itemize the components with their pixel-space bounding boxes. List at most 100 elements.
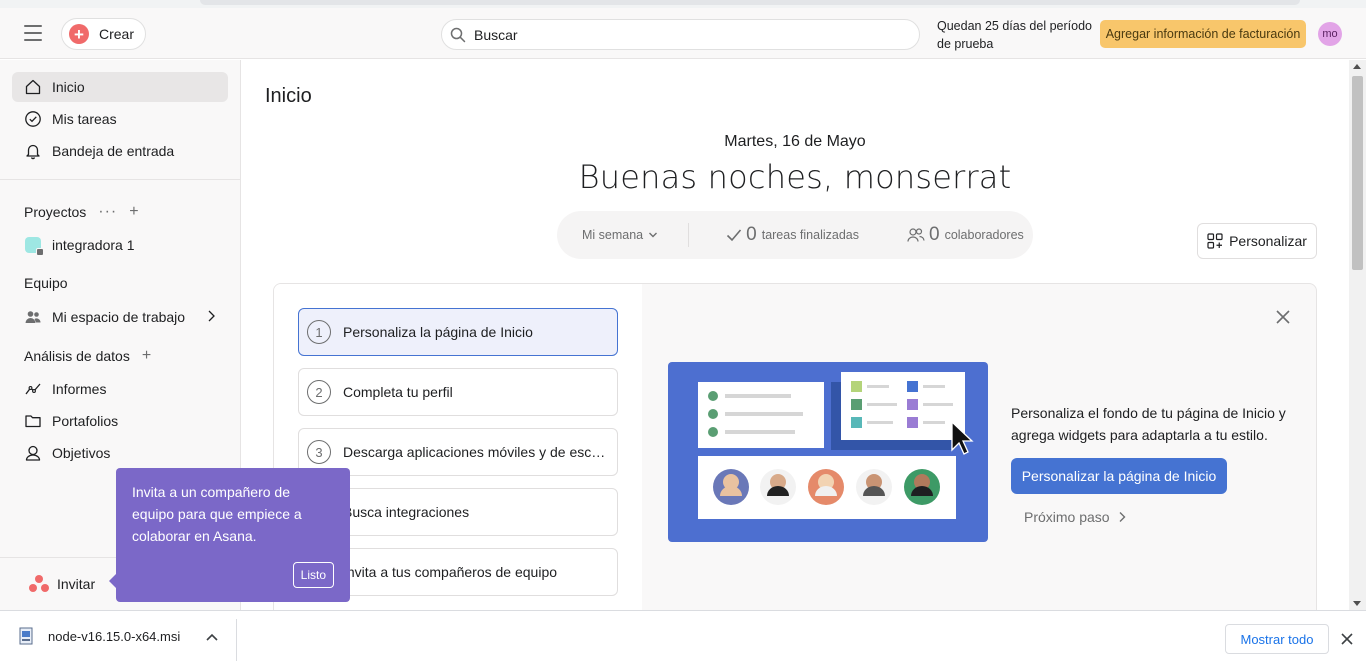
greeting: Buenas noches, monserrat	[578, 158, 1012, 196]
sidebar-divider	[0, 179, 240, 180]
create-label: Crear	[99, 26, 135, 42]
step-label: Personaliza la página de Inicio	[343, 324, 533, 340]
step-label: Completa tu perfil	[343, 384, 453, 400]
onboarding-step[interactable]: 2 Completa tu perfil	[298, 368, 618, 416]
tooltip-text: Invita a un compañero de equipo para que…	[132, 484, 302, 544]
plus-icon: +	[69, 24, 89, 44]
sidebar-item-project[interactable]: integradora 1	[12, 230, 228, 260]
sidebar-item-goals[interactable]: Objetivos	[12, 438, 228, 468]
asana-logo-icon	[29, 575, 49, 593]
avatar[interactable]: mo	[1318, 22, 1342, 46]
sidebar-item-label: Portafolios	[52, 413, 119, 429]
chevron-up-icon[interactable]	[205, 629, 219, 645]
sidebar-item-label: Mis tareas	[52, 111, 117, 127]
week-label: Mi semana	[582, 228, 644, 242]
next-step-button[interactable]: Próximo paso	[1024, 509, 1126, 525]
onboarding-card: 1 Personaliza la página de Inicio 2 Comp…	[273, 283, 1317, 610]
projects-title: Proyectos	[24, 204, 87, 220]
browser-top-strip	[0, 0, 1366, 8]
tasks-label: tareas finalizadas	[761, 228, 859, 242]
sidebar-item-home[interactable]: Inicio	[12, 72, 228, 102]
projects-header: Proyectos ··· +	[24, 203, 139, 221]
customize-home-button[interactable]: Personalizar la página de Inicio	[1011, 458, 1227, 494]
step-label: Busca integraciones	[343, 504, 470, 520]
sidebar-item-workspace[interactable]: Mi espacio de trabajo	[12, 302, 228, 332]
sidebar-item-portfolios[interactable]: Portafolios	[12, 406, 228, 436]
invite-button[interactable]: Invitar	[29, 575, 95, 593]
tasks-completed-stat: 0 tareas finalizadas	[726, 224, 859, 246]
check-circle-icon	[24, 110, 42, 128]
date-label: Martes, 16 de Mayo	[724, 133, 866, 150]
scrollbar[interactable]	[1349, 60, 1366, 610]
collaborators-label: colaboradores	[944, 228, 1024, 242]
person-target-icon	[24, 444, 42, 462]
tooltip-done-button[interactable]: Listo	[292, 562, 334, 588]
chevron-right-icon	[1118, 511, 1126, 523]
invite-tooltip: Invita a un compañero de equipo para que…	[109, 468, 350, 602]
home-icon	[24, 78, 42, 96]
stats-divider	[688, 223, 690, 247]
tasks-count: 0	[746, 224, 757, 245]
week-selector[interactable]: Mi semana	[582, 228, 658, 242]
collaborators-count: 0	[929, 224, 940, 245]
next-step-label: Próximo paso	[1024, 509, 1110, 525]
customize-illustration	[668, 362, 988, 542]
project-color-icon	[24, 236, 44, 256]
step-number: 1	[307, 320, 331, 344]
workspace-label: Mi espacio de trabajo	[52, 309, 186, 325]
collaborators-stat: 0 colaboradores	[907, 224, 1024, 246]
chevron-right-icon	[206, 309, 216, 326]
lock-icon	[36, 248, 44, 256]
personalize-button[interactable]: Personalizar	[1197, 223, 1317, 259]
invite-label: Invitar	[57, 576, 96, 592]
sidebar-item-label: Bandeja de entrada	[52, 143, 175, 159]
download-file-name: node-v16.15.0-x64.msi	[48, 628, 181, 644]
browser-address-area	[200, 0, 1300, 5]
download-item[interactable]: node-v16.15.0-x64.msi	[18, 611, 180, 661]
sidebar-item-label: Informes	[52, 381, 107, 397]
main-content: Inicio Martes, 16 de Mayo Buenas noches,…	[241, 60, 1349, 610]
add-analytics-icon[interactable]: +	[142, 347, 151, 365]
scroll-thumb[interactable]	[1352, 76, 1363, 270]
people-icon	[907, 228, 925, 242]
team-header: Equipo	[24, 275, 68, 291]
team-icon	[24, 308, 42, 326]
search-bar[interactable]	[441, 19, 920, 50]
close-icon[interactable]	[1276, 310, 1290, 327]
create-button[interactable]: + Crear	[61, 18, 146, 50]
onboarding-step[interactable]: 1 Personaliza la página de Inicio	[298, 308, 618, 356]
step-number: 2	[307, 380, 331, 404]
search-input[interactable]	[474, 26, 874, 43]
sidebar-item-label: Objetivos	[52, 445, 111, 461]
download-divider	[236, 619, 237, 661]
sidebar-item-label: Inicio	[52, 79, 85, 95]
add-billing-button[interactable]: Agregar información de facturación	[1100, 20, 1306, 48]
onboarding-description: Personaliza el fondo de tu página de Ini…	[1011, 405, 1286, 443]
installer-file-icon	[19, 627, 33, 645]
add-project-icon[interactable]: +	[129, 203, 138, 221]
sidebar-item-inbox[interactable]: Bandeja de entrada	[12, 136, 228, 166]
close-icon[interactable]	[1341, 632, 1353, 648]
personalize-label: Personalizar	[1229, 233, 1307, 249]
trial-text: Quedan 25 días del período de prueba	[937, 19, 1092, 51]
chart-line-icon	[24, 380, 42, 398]
more-icon[interactable]: ···	[98, 203, 117, 221]
widgets-icon	[1207, 233, 1223, 249]
step-number: 3	[307, 440, 331, 464]
folder-icon	[24, 412, 42, 430]
scroll-up-icon[interactable]	[1353, 64, 1361, 69]
sidebar-item-reports[interactable]: Informes	[12, 374, 228, 404]
analytics-title: Análisis de datos	[24, 348, 130, 364]
chevron-down-icon	[649, 232, 658, 238]
bell-icon	[24, 142, 42, 160]
download-bar: node-v16.15.0-x64.msi Mostrar todo	[0, 610, 1366, 661]
sidebar-item-my-tasks[interactable]: Mis tareas	[12, 104, 228, 134]
project-name: integradora 1	[52, 237, 135, 253]
step-label: Descarga aplicaciones móviles y de escri…	[343, 444, 609, 460]
checkmark-icon	[727, 229, 742, 242]
top-bar: + Crear Quedan 25 días del período de pr…	[0, 8, 1366, 59]
page-title: Inicio	[265, 85, 312, 107]
menu-icon[interactable]	[24, 25, 42, 41]
scroll-down-icon[interactable]	[1353, 601, 1361, 606]
show-all-button[interactable]: Mostrar todo	[1225, 624, 1329, 654]
